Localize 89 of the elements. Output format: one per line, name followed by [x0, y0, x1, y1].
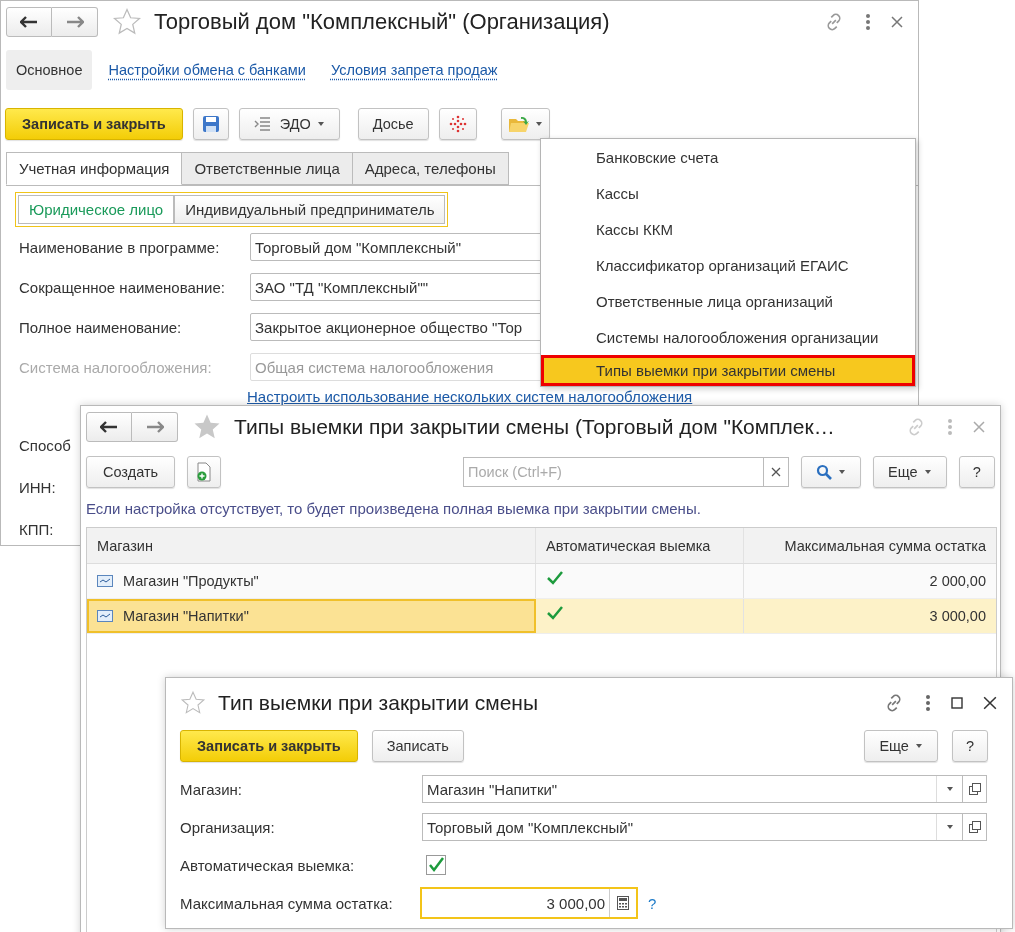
caret-icon [316, 121, 325, 126]
tab[interactable]: Учетная информация [6, 152, 183, 185]
tab[interactable]: Ответственные лица [182, 152, 353, 185]
menu-item[interactable]: Типы выемки при закрытии смены [541, 355, 915, 386]
menu-item[interactable]: Кассы ККМ [541, 211, 915, 247]
column-header[interactable]: Максимальная сумма остатка [744, 528, 996, 563]
open-icon[interactable] [968, 821, 981, 833]
dossier-button[interactable]: Досье [357, 107, 429, 140]
save-close-button[interactable]: Записать и закрыть [180, 730, 358, 762]
maximize-icon[interactable] [951, 697, 963, 709]
field-label: ИНН: [19, 478, 56, 498]
table-cell: 3 000,00 [929, 608, 986, 624]
field-label: Автоматическая выемка: [180, 856, 356, 874]
window-title: Торговый дом "Комплексный" (Организация) [154, 9, 611, 35]
number-field[interactable]: 3 000,00 [420, 887, 638, 919]
star-icon[interactable] [180, 690, 206, 716]
caret-icon [534, 121, 543, 126]
help-link[interactable]: ? [648, 894, 657, 912]
column-header[interactable]: Автоматическая выемка [536, 528, 744, 563]
table-row[interactable]: Магазин "Напитки" 3 000,00 [87, 599, 996, 634]
window-title: Типы выемки при закрытии смены (Торговый дом "Комплек… [234, 415, 836, 439]
table-row[interactable]: Магазин "Продукты" 2 000,00 [87, 564, 996, 599]
field-label: КПП: [19, 520, 54, 540]
settings-link[interactable]: Настроить использование нескольких систем налогообложения [247, 388, 693, 405]
field-label: Организация: [180, 818, 276, 836]
table-cell: Магазин "Продукты" [123, 573, 259, 589]
open-icon[interactable] [968, 783, 981, 795]
menu-item[interactable]: Банковские счета [541, 139, 915, 175]
dots-icon [447, 113, 468, 134]
more-icon[interactable] [925, 694, 931, 712]
back-arrow-icon [20, 16, 38, 28]
check-icon [428, 857, 444, 873]
select-field[interactable]: Магазин "Напитки" [422, 775, 963, 803]
field-label: Способ [19, 436, 71, 456]
search-field[interactable]: Поиск (Ctrl+F) [463, 457, 764, 487]
forward-arrow-icon [145, 421, 164, 433]
section-link[interactable]: Условия запрета продаж [330, 62, 498, 78]
calculator-icon[interactable] [617, 896, 629, 910]
field-label: Полное наименование: [19, 318, 183, 336]
dots-button[interactable] [438, 107, 477, 140]
checkbox[interactable] [426, 855, 446, 875]
window-title: Тип выемки при закрытии смены [218, 691, 540, 715]
search-button[interactable] [801, 456, 862, 488]
search-icon [816, 464, 833, 480]
menu-item[interactable]: Ответственные лица организаций [541, 283, 915, 319]
add-document-button[interactable] [187, 456, 222, 488]
create-button[interactable]: Создать [86, 456, 176, 488]
caret-icon [923, 470, 932, 474]
table-cell: 2 000,00 [929, 573, 986, 589]
caret-icon[interactable] [945, 825, 954, 829]
field-label: Наименование в программе: [19, 238, 221, 256]
clear-icon [771, 467, 782, 477]
caret-icon [914, 744, 923, 748]
help-button[interactable]: ? [958, 456, 995, 488]
toggle-option[interactable]: Индивидуальный предприниматель [174, 195, 446, 224]
back-button[interactable] [86, 412, 132, 442]
document-plus-icon [196, 462, 213, 482]
more-button[interactable]: Еще [864, 730, 938, 762]
back-arrow-icon [100, 421, 118, 433]
column-header[interactable]: Магазин [87, 528, 536, 563]
more-icon[interactable] [865, 13, 871, 31]
caret-icon [838, 470, 847, 474]
section-link[interactable]: Настройки обмена с банками [108, 62, 306, 78]
field-label: Система налогообложения: [19, 358, 213, 376]
table-cell: Магазин "Напитки" [123, 608, 249, 624]
field-label: Сокращенное наименование: [19, 278, 226, 296]
section-link[interactable]: Основное [6, 50, 93, 90]
info-text: Если настройка отсутствует, то будет произведена полная выемка при закрытии смены. [86, 500, 702, 517]
select-field[interactable]: Торговый дом "Комплексный" [422, 813, 963, 841]
more-button[interactable]: Еще [873, 456, 947, 488]
field-label: Максимальная сумма остатка: [180, 894, 394, 912]
back-button[interactable] [6, 7, 52, 37]
edo-button[interactable]: ЭДО [238, 107, 340, 140]
save-close-button[interactable]: Записать и закрыть [5, 107, 183, 140]
save-button[interactable]: Записать [371, 730, 464, 762]
menu-item[interactable]: Кассы [541, 175, 915, 211]
item-icon [97, 610, 113, 622]
menu-item[interactable]: Классификатор организаций ЕГАИС [541, 247, 915, 283]
save-button[interactable] [192, 107, 229, 140]
tab[interactable]: Адреса, телефоны [352, 152, 509, 185]
caret-icon[interactable] [945, 787, 954, 791]
forward-arrow-icon [65, 16, 84, 28]
help-button[interactable]: ? [951, 730, 988, 762]
item-icon [97, 575, 113, 587]
toggle-option[interactable]: Юридическое лицо [18, 195, 175, 224]
star-icon[interactable] [112, 7, 142, 37]
field-label: Магазин: [180, 780, 244, 798]
close-icon[interactable] [983, 696, 997, 710]
menu-item[interactable]: Системы налогообложения организации [541, 319, 915, 355]
